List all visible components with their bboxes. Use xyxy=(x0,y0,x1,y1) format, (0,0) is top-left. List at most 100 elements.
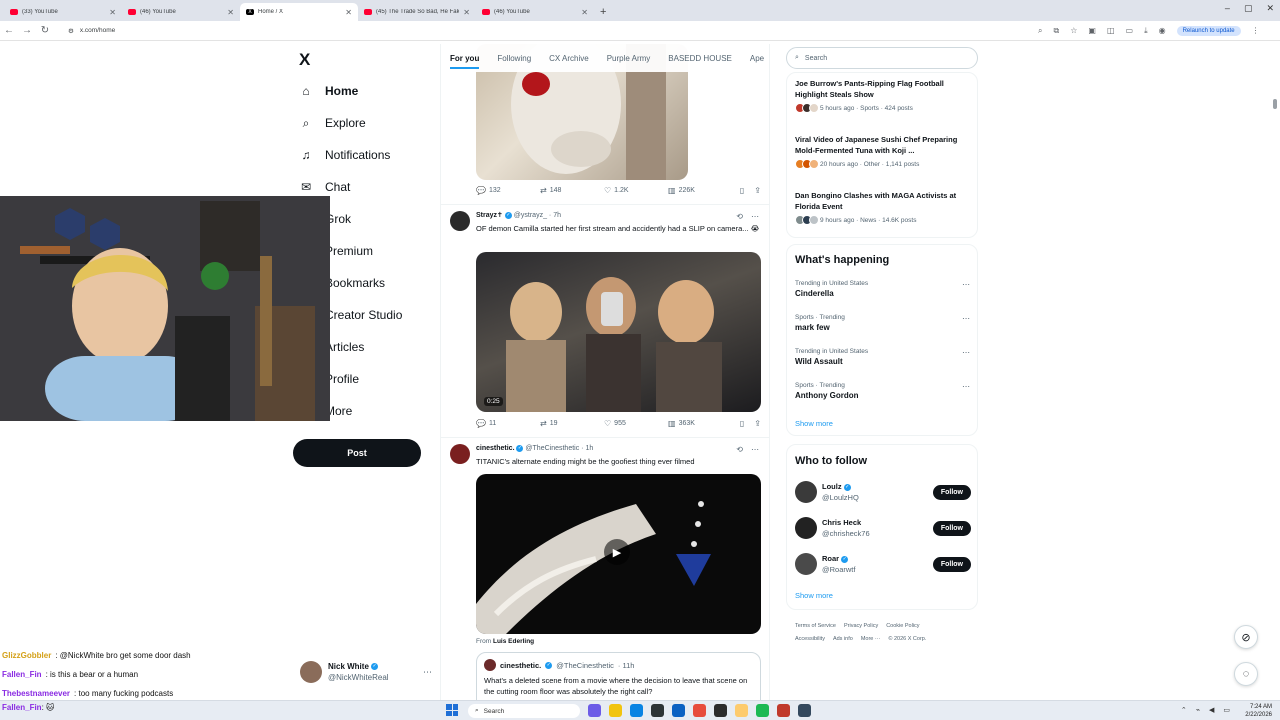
news-item[interactable]: Joe Burrow's Pants-Ripping Flag Football… xyxy=(795,78,973,113)
app-icon[interactable] xyxy=(588,704,601,717)
reply-button[interactable]: 💬 11 xyxy=(476,419,540,428)
avatar[interactable] xyxy=(450,444,470,464)
app-icon[interactable] xyxy=(777,704,790,717)
start-icon[interactable] xyxy=(446,704,458,716)
battery-icon[interactable]: ▭ xyxy=(1223,706,1230,714)
trend-item[interactable]: Sports · Trending mark few ⋯ xyxy=(795,314,973,332)
taskbar-search[interactable]: ⌕ Search xyxy=(468,704,580,718)
volume-icon[interactable]: ◀ xyxy=(1209,706,1214,714)
close-tab-icon[interactable]: ✕ xyxy=(109,8,116,17)
profile-icon[interactable]: ◉ xyxy=(1159,26,1166,35)
nav-home[interactable]: ⌂ Home xyxy=(299,79,358,103)
share-icon[interactable]: ⇪ xyxy=(754,419,761,428)
follow-button[interactable]: Follow xyxy=(932,484,971,500)
post-time[interactable]: · 7h xyxy=(549,212,561,219)
author-name[interactable]: cinesthetic. xyxy=(476,445,515,452)
app-icon[interactable] xyxy=(735,704,748,717)
reload-icon[interactable]: ↻ xyxy=(36,25,54,36)
new-tab-button[interactable]: + xyxy=(594,6,612,21)
follow-button[interactable]: Follow xyxy=(932,556,971,572)
forward-icon[interactable]: → xyxy=(18,25,36,36)
minimize-icon[interactable]: – xyxy=(1225,3,1230,14)
news-item[interactable]: Dan Bongino Clashes with MAGA Activists … xyxy=(795,190,973,225)
browser-tab[interactable]: (45) The Trade So Bad, He Fake... ✕ xyxy=(358,3,476,21)
repost-button[interactable]: ⇄ 19 xyxy=(540,419,604,428)
more-options-icon[interactable]: ⋯ xyxy=(751,212,759,221)
browser-tab[interactable]: (33) YouTube ✕ xyxy=(4,3,122,21)
repost-button[interactable]: ⇄ 148 xyxy=(540,186,604,195)
share-icon[interactable]: ⇪ xyxy=(754,186,761,195)
author-handle[interactable]: @ystrayz_ xyxy=(514,212,547,219)
close-tab-icon[interactable]: ✕ xyxy=(581,8,588,17)
tab-ape[interactable]: Ape xyxy=(750,54,764,63)
search-input[interactable]: ⌕ Search xyxy=(786,47,978,69)
tab-basedd-house[interactable]: BASEDD HOUSE xyxy=(668,54,732,63)
close-window-icon[interactable]: ✕ xyxy=(1266,3,1274,14)
follow-suggestion[interactable]: Chris Heck @chrisheck76 Follow xyxy=(795,515,971,541)
star-icon[interactable]: ☆ xyxy=(1070,26,1077,35)
bookmark-icon[interactable]: ▯ xyxy=(740,186,744,195)
follow-suggestion[interactable]: Roar ✓ @Roarwtf Follow xyxy=(795,551,971,577)
post-button[interactable]: Post xyxy=(293,439,421,467)
views-button[interactable]: ▥ 363K xyxy=(668,419,732,428)
author-handle[interactable]: @TheCinesthetic xyxy=(525,445,579,452)
messages-button[interactable]: ◌ xyxy=(1234,662,1258,686)
tab-for-you[interactable]: For you xyxy=(450,54,480,69)
chrome-icon[interactable] xyxy=(693,704,706,717)
quoted-post[interactable]: cinesthetic. ✓ @TheCinesthetic · 11h Wha… xyxy=(476,652,761,700)
more-options-icon[interactable]: ⋯ xyxy=(962,348,970,357)
browser-tab-active[interactable]: X Home / X ✕ xyxy=(240,3,358,21)
news-item[interactable]: Viral Video of Japanese Sushi Chef Prepa… xyxy=(795,134,973,169)
folder-icon[interactable] xyxy=(609,704,622,717)
puzzle-icon[interactable]: ◫ xyxy=(1107,26,1115,35)
site-info-icon[interactable]: ⚙ xyxy=(68,27,74,35)
reply-button[interactable]: 💬 132 xyxy=(476,186,540,195)
tab-purple-army[interactable]: Purple Army xyxy=(607,54,651,63)
download-icon[interactable]: ⤓ xyxy=(1144,26,1148,36)
show-more-link[interactable]: Show more xyxy=(795,419,833,428)
trend-item[interactable]: Trending in United States Cinderella ⋯ xyxy=(795,280,973,298)
more-options-icon[interactable]: ⋯ xyxy=(962,382,970,391)
scrollbar-thumb[interactable] xyxy=(1273,99,1277,109)
steam-icon[interactable] xyxy=(798,704,811,717)
clock[interactable]: 7:24 AM 2/22/2026 xyxy=(1245,703,1272,719)
more-options-icon[interactable]: ⋯ xyxy=(423,667,432,678)
play-icon[interactable]: ▶ xyxy=(604,539,630,565)
app-icon[interactable] xyxy=(714,704,727,717)
browser-tab[interactable]: (46) YouTube ✕ xyxy=(476,3,594,21)
maximize-icon[interactable]: ▢ xyxy=(1244,3,1253,14)
nav-explore[interactable]: ⌕ Explore xyxy=(299,111,366,135)
like-button[interactable]: ♡ 1.2K xyxy=(604,186,668,195)
like-button[interactable]: ♡ 955 xyxy=(604,419,668,428)
grok-icon[interactable]: ⟲ xyxy=(736,445,743,454)
trend-item[interactable]: Trending in United States Wild Assault ⋯ xyxy=(795,348,973,366)
post-time[interactable]: · 1h xyxy=(581,445,593,452)
chevron-up-icon[interactable]: ⌃ xyxy=(1181,706,1187,714)
grok-icon[interactable]: ⟲ xyxy=(736,212,743,221)
app-icon[interactable] xyxy=(651,704,664,717)
trend-item[interactable]: Sports · Trending Anthony Gordon ⋯ xyxy=(795,382,973,400)
views-button[interactable]: ▥ 226K xyxy=(668,186,732,195)
extension-icon[interactable]: ▣ xyxy=(1088,26,1096,35)
app-icon[interactable] xyxy=(672,704,685,717)
close-tab-icon[interactable]: ✕ xyxy=(463,8,470,17)
relaunch-button[interactable]: Relaunch to update xyxy=(1176,25,1241,36)
share-icon[interactable]: ⧉ xyxy=(1053,26,1059,36)
account-switcher[interactable]: Nick White ✓ @NickWhiteReal ⋯ xyxy=(300,658,432,686)
close-tab-icon[interactable]: ✕ xyxy=(227,8,234,17)
grok-button[interactable]: ⊘ xyxy=(1234,625,1258,649)
video-player[interactable]: ▶ xyxy=(476,474,761,634)
more-options-icon[interactable]: ⋯ xyxy=(962,314,970,323)
follow-suggestion[interactable]: Loulz ✓ @LoulzHQ Follow xyxy=(795,479,971,505)
show-more-link[interactable]: Show more xyxy=(795,591,833,600)
tab-following[interactable]: Following xyxy=(497,54,531,63)
video-player[interactable]: 0:25 xyxy=(476,252,761,412)
more-options-icon[interactable]: ⋯ xyxy=(751,445,759,454)
author-name[interactable]: Strayz✝ xyxy=(476,212,503,219)
x-logo[interactable]: X xyxy=(299,50,310,70)
avatar[interactable] xyxy=(450,211,470,231)
close-tab-icon[interactable]: ✕ xyxy=(345,8,352,17)
zoom-icon[interactable]: ⌕ xyxy=(1038,26,1042,36)
nav-notifications[interactable]: ♫ Notifications xyxy=(299,143,391,167)
tab-cx-archive[interactable]: CX Archive xyxy=(549,54,589,63)
